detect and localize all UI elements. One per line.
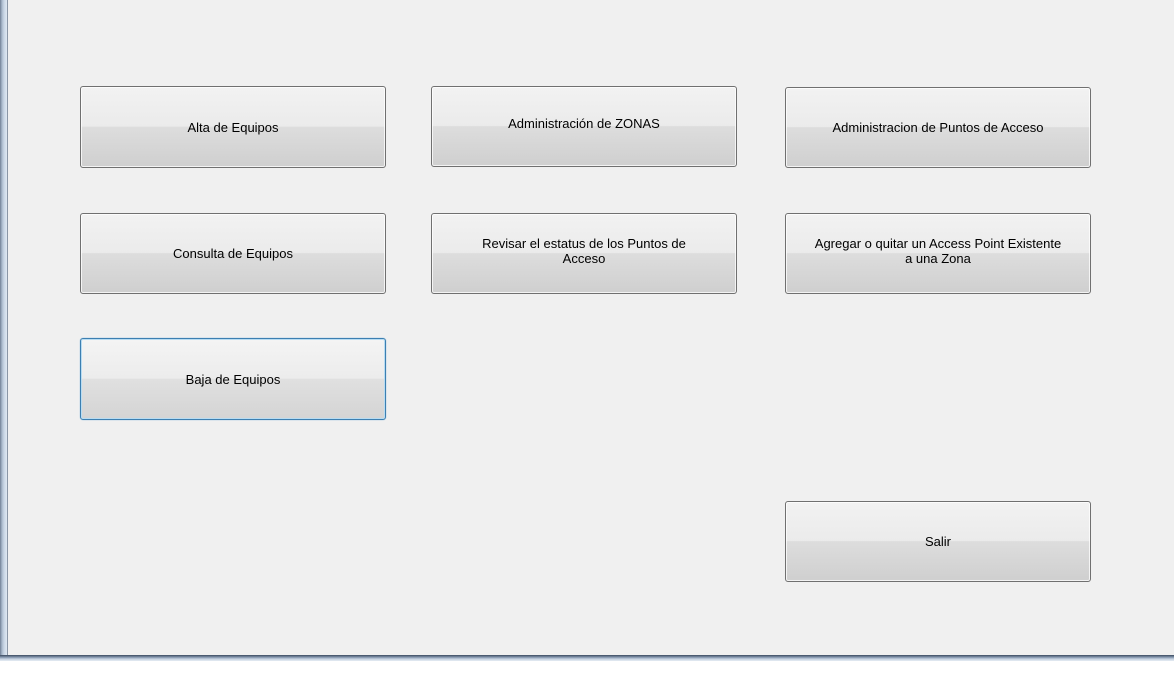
admin-puntos-acceso-button[interactable]: Administracion de Puntos de Acceso <box>785 87 1091 168</box>
agregar-quitar-ap-button[interactable]: Agregar o quitar un Access Point Existen… <box>785 213 1091 294</box>
consulta-equipos-label: Consulta de Equipos <box>173 246 293 261</box>
main-window: Alta de Equipos Administración de ZONAS … <box>0 0 1174 673</box>
window-frame-left <box>0 0 7 660</box>
agregar-quitar-ap-label: Agregar o quitar un Access Point Existen… <box>814 235 1062 266</box>
admin-zonas-button[interactable]: Administración de ZONAS <box>431 86 737 167</box>
baja-equipos-label: Baja de Equipos <box>185 371 281 387</box>
desktop-below-window <box>0 661 1174 673</box>
alta-equipos-button[interactable]: Alta de Equipos <box>80 86 386 168</box>
baja-equipos-button[interactable]: Baja de Equipos <box>80 338 386 420</box>
revisar-estatus-button[interactable]: Revisar el estatus de los Puntos de Acce… <box>431 213 737 294</box>
admin-puntos-acceso-label: Administracion de Puntos de Acceso <box>832 120 1044 135</box>
consulta-equipos-button[interactable]: Consulta de Equipos <box>80 213 386 294</box>
salir-label: Salir <box>924 534 951 549</box>
admin-zonas-label: Administración de ZONAS <box>508 116 660 131</box>
revisar-estatus-label: Revisar el estatus de los Puntos de Acce… <box>482 235 686 266</box>
alta-equipos-label: Alta de Equipos <box>187 119 279 135</box>
salir-button[interactable]: Salir <box>785 501 1091 582</box>
